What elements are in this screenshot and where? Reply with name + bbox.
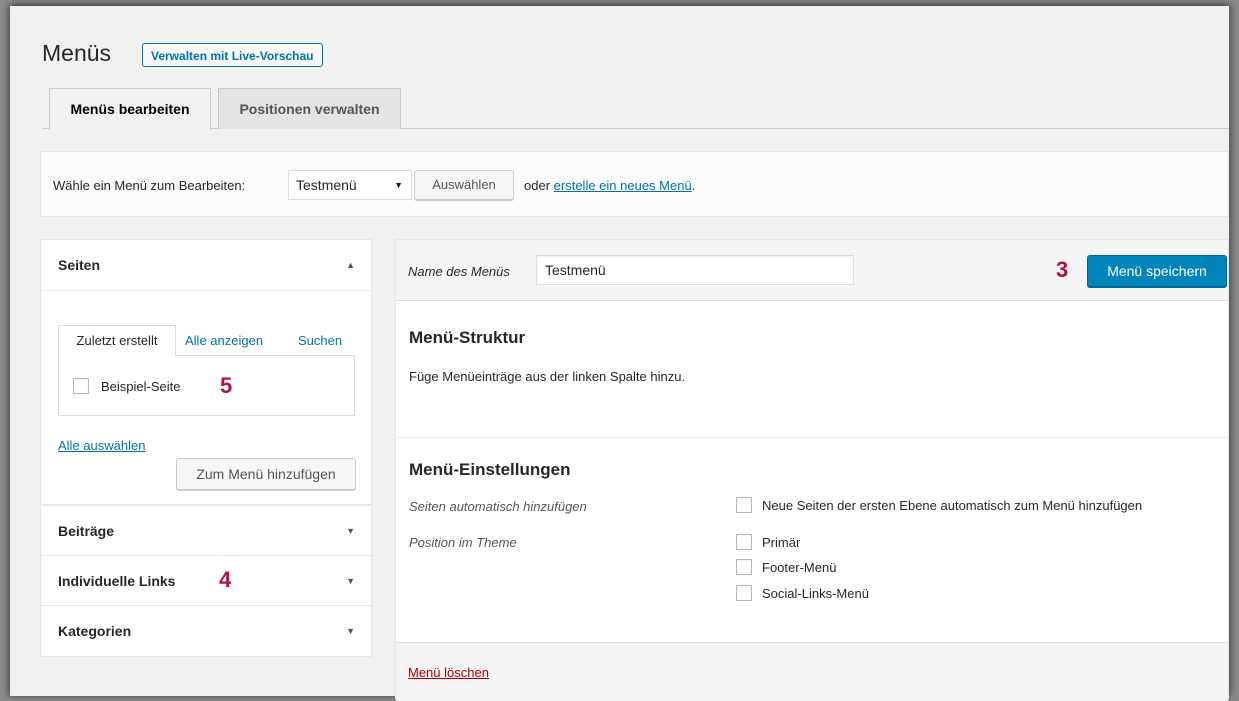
menu-edit-panel: Name des Menüs Testmenü 3 Menü speichern… [395, 239, 1229, 701]
or-text: oder [524, 178, 551, 193]
menu-select-bar: Wähle ein Menü zum Bearbeiten: Testmenü … [40, 151, 1229, 217]
beitraege-section[interactable]: Beiträge ▼ [40, 505, 372, 557]
dropdown-arrow-icon: ▼ [394, 180, 403, 190]
seiten-section: Seiten ▲ [40, 239, 372, 291]
position-footer[interactable]: Footer-Menü [736, 559, 837, 576]
links-title: Individuelle Links [58, 573, 176, 589]
menu-name-header: Name des Menüs Testmenü 3 Menü speichern [396, 240, 1228, 301]
page-title: Menüs [42, 40, 112, 66]
social-text: Social-Links-Menü [762, 586, 869, 601]
expand-arrow-icon: ▼ [346, 626, 355, 636]
auto-add-option[interactable]: Neue Seiten der ersten Ebene automatisch… [736, 497, 1143, 514]
seiten-panel: Zuletzt erstellt Alle anzeigen Suchen Be… [40, 290, 372, 505]
create-menu-link[interactable]: erstelle ein neues Menü [554, 178, 692, 193]
annotation-4: 4 [219, 567, 232, 592]
annotation-5: 5 [220, 373, 233, 398]
position-social[interactable]: Social-Links-Menü [736, 585, 869, 602]
position-primary[interactable]: Primär [736, 534, 801, 551]
menu-name-input[interactable]: Testmenü [536, 255, 854, 285]
social-checkbox[interactable] [736, 585, 752, 602]
footer-text: Footer-Menü [762, 560, 837, 575]
collapse-arrow-icon: ▲ [346, 260, 355, 270]
auto-add-checkbox[interactable] [736, 497, 752, 514]
seiten-title: Seiten [58, 257, 101, 273]
menu-settings-title: Menü-Einstellungen [409, 460, 571, 479]
expand-arrow-icon: ▼ [346, 526, 355, 536]
beitraege-title: Beiträge [58, 523, 115, 539]
save-menu-button[interactable]: Menü speichern [1087, 255, 1227, 287]
section-divider [396, 437, 1228, 438]
live-preview-button[interactable]: Verwalten mit Live-Vorschau [142, 43, 323, 67]
beispiel-seite-checkbox[interactable] [73, 378, 89, 394]
add-to-menu-button[interactable]: Zum Menü hinzufügen [176, 458, 356, 490]
beitraege-header[interactable]: Beiträge ▼ [41, 506, 371, 556]
seiten-list: Beispiel-Seite 5 [58, 355, 355, 416]
links-section[interactable]: Individuelle Links 4 ▼ [40, 555, 372, 607]
links-header[interactable]: Individuelle Links 4 ▼ [41, 556, 371, 606]
expand-arrow-icon: ▼ [346, 576, 355, 586]
tab-manage-locations[interactable]: Positionen verwalten [218, 88, 401, 129]
primary-checkbox[interactable] [736, 534, 752, 551]
menu-structure-hint: Füge Menüeinträge aus der linken Spalte … [409, 369, 686, 384]
theme-position-label: Position im Theme [409, 535, 517, 550]
footer-checkbox[interactable] [736, 559, 752, 576]
delete-menu-link[interactable]: Menü löschen [408, 665, 489, 680]
period-text: . [691, 178, 696, 193]
subtab-recent[interactable]: Zuletzt erstellt [58, 325, 176, 356]
menu-select-label: Wähle ein Menü zum Bearbeiten: [53, 178, 246, 193]
tab-edit-menus[interactable]: Menüs bearbeiten [49, 88, 211, 130]
create-menu-text: oder erstelle ein neues Menü. [524, 178, 695, 193]
admin-page: Menüs Verwalten mit Live-Vorschau Menüs … [10, 6, 1229, 701]
annotation-3: 3 [1056, 257, 1069, 282]
kategorien-section[interactable]: Kategorien ▼ [40, 605, 372, 657]
seiten-header[interactable]: Seiten ▲ [41, 240, 371, 290]
menu-footer: Menü löschen [396, 642, 1228, 701]
beispiel-seite-label: Beispiel-Seite [101, 379, 181, 394]
menu-select-dropdown[interactable]: Testmenü ▼ [288, 170, 412, 200]
subtab-all[interactable]: Alle anzeigen [185, 333, 263, 348]
auto-add-label: Seiten automatisch hinzufügen [409, 499, 587, 514]
menu-structure-title: Menü-Struktur [409, 328, 526, 347]
auto-add-text: Neue Seiten der ersten Ebene automatisch… [762, 498, 1143, 513]
primary-text: Primär [762, 535, 801, 550]
select-menu-button[interactable]: Auswählen [414, 170, 514, 200]
menu-select-value: Testmenü [296, 177, 357, 193]
kategorien-title: Kategorien [58, 623, 132, 639]
subtab-search[interactable]: Suchen [298, 333, 342, 348]
menu-name-label: Name des Menüs [408, 264, 510, 279]
select-all-link[interactable]: Alle auswählen [58, 438, 145, 453]
kategorien-header[interactable]: Kategorien ▼ [41, 606, 371, 656]
